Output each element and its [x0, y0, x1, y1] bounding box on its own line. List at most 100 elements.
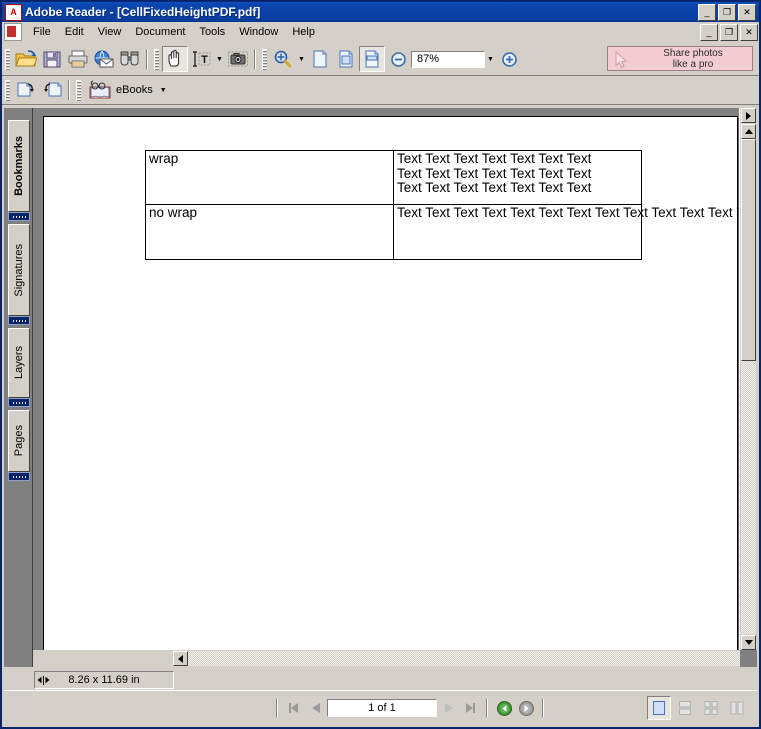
- hand-tool-button[interactable]: [162, 46, 188, 72]
- print-button[interactable]: [65, 46, 91, 72]
- ad-line-1: Share photos: [663, 47, 723, 59]
- table-cell-wrapped: Text Text Text Text Text Text Text Text …: [393, 150, 642, 205]
- zoom-tool-button[interactable]: [270, 46, 296, 72]
- menu-tools[interactable]: Tools: [193, 24, 233, 40]
- sidebar-tab-pages[interactable]: Pages: [8, 410, 30, 472]
- scroll-left-button[interactable]: [173, 651, 188, 666]
- search-button[interactable]: [117, 46, 143, 72]
- single-page-layout-button[interactable]: [647, 696, 671, 720]
- close-button[interactable]: ✕: [738, 3, 756, 21]
- sidebar-tab-bookmarks-label: Bookmarks: [13, 136, 25, 196]
- layers-tab-grip[interactable]: [8, 398, 30, 407]
- sidebar-tab-signatures[interactable]: Signatures: [8, 224, 30, 316]
- zoom-out-button[interactable]: [385, 46, 411, 72]
- adobe-reader-icon: A: [5, 3, 22, 21]
- toolbar-separator: [146, 49, 148, 69]
- go-back-button[interactable]: [493, 697, 515, 719]
- ebooks-label: eBooks: [116, 84, 153, 96]
- page-size-grip[interactable]: [37, 674, 50, 686]
- first-page-button[interactable]: [283, 697, 305, 719]
- page-canvas[interactable]: wrap Text Text Text Text Text Text Text …: [33, 108, 740, 650]
- scroll-down-icon: [744, 640, 753, 645]
- last-page-icon: [465, 703, 475, 713]
- menu-file[interactable]: File: [26, 24, 58, 40]
- title-bar: A Adobe Reader - [CellFixedHeightPDF.pdf…: [2, 2, 759, 22]
- wrapped-line: Text Text Text Text Text Text Text: [397, 180, 592, 196]
- svg-text:T: T: [201, 54, 208, 66]
- save-button[interactable]: [39, 46, 65, 72]
- nowrap-line: Text Text Text Text Text Text Text Text …: [397, 205, 740, 220]
- select-tool-dropdown-icon[interactable]: ▼: [214, 47, 225, 71]
- scroll-up-button[interactable]: [741, 124, 756, 139]
- signatures-tab-grip[interactable]: [8, 316, 30, 325]
- last-page-button[interactable]: [459, 697, 481, 719]
- pages-tab-grip[interactable]: [8, 472, 30, 481]
- navbar-separator-3: [542, 699, 544, 717]
- document-close-button[interactable]: ✕: [740, 23, 758, 41]
- facing-layout-button[interactable]: [725, 696, 749, 720]
- split-view-button[interactable]: [741, 108, 756, 123]
- horizontal-scrollbar[interactable]: [33, 650, 740, 667]
- window-title: Adobe Reader - [CellFixedHeightPDF.pdf]: [25, 5, 261, 19]
- sidebar-tab-layers-label: Layers: [13, 346, 25, 380]
- scroll-down-button[interactable]: [741, 635, 756, 650]
- vertical-scroll-thumb[interactable]: [741, 139, 756, 361]
- zoom-tool-dropdown-icon[interactable]: ▼: [296, 47, 307, 71]
- ebooks-dropdown-icon[interactable]: ▼: [158, 78, 169, 102]
- go-forward-button[interactable]: [515, 697, 537, 719]
- zoom-level-input[interactable]: 87%: [411, 50, 485, 68]
- snapshot-button[interactable]: [225, 46, 251, 72]
- back-arrow-icon: [496, 700, 512, 716]
- split-view-icon: [746, 111, 751, 120]
- previous-view-button[interactable]: [13, 77, 39, 103]
- previous-page-button[interactable]: [305, 697, 327, 719]
- secondary-toolbar-grip[interactable]: [5, 79, 10, 101]
- share-photos-ad[interactable]: Share photos like a pro: [607, 46, 753, 71]
- menu-edit[interactable]: Edit: [58, 24, 91, 40]
- maximize-button[interactable]: ❐: [718, 3, 736, 21]
- menu-document[interactable]: Document: [128, 24, 192, 40]
- horizontal-scroll-track[interactable]: [173, 651, 740, 666]
- document-restore-button[interactable]: ❐: [720, 23, 738, 41]
- menu-help[interactable]: Help: [285, 24, 322, 40]
- vertical-scrollbar[interactable]: [739, 108, 757, 650]
- scroll-left-icon: [178, 654, 183, 663]
- page-number-input[interactable]: 1 of 1: [327, 699, 437, 717]
- toolbar-grip-2[interactable]: [154, 48, 159, 70]
- next-page-button[interactable]: [437, 697, 459, 719]
- main-toolbar: T ▼ ▼ 87% ▼ Share photos like a pro: [2, 43, 759, 76]
- navbar-separator-2: [486, 699, 488, 717]
- open-file-button[interactable]: [13, 46, 39, 72]
- select-text-button[interactable]: T: [188, 46, 214, 72]
- email-button[interactable]: [91, 46, 117, 72]
- ad-line-2: like a pro: [672, 58, 714, 70]
- zoom-in-button[interactable]: [496, 46, 522, 72]
- toolbar-grip-3[interactable]: [262, 48, 267, 70]
- fit-page-button[interactable]: [333, 46, 359, 72]
- ebooks-button[interactable]: eBooks ▼: [84, 78, 173, 102]
- menu-window[interactable]: Window: [232, 24, 285, 40]
- actual-size-button[interactable]: [307, 46, 333, 72]
- bookmarks-tab-grip[interactable]: [8, 212, 30, 221]
- continuous-layout-button[interactable]: [673, 696, 697, 720]
- pdf-page: wrap Text Text Text Text Text Text Text …: [43, 116, 740, 650]
- sidebar-tab-layers[interactable]: Layers: [8, 328, 30, 398]
- minimize-button[interactable]: _: [698, 3, 716, 21]
- continuous-facing-layout-button[interactable]: [699, 696, 723, 720]
- menu-view[interactable]: View: [91, 24, 129, 40]
- page-navigation-bar: 1 of 1: [4, 690, 757, 725]
- continuous-page-icon: [679, 701, 691, 715]
- zoom-level-dropdown-icon[interactable]: ▼: [485, 47, 496, 71]
- document-minimize-button[interactable]: _: [700, 23, 718, 41]
- sidebar-tab-bookmarks[interactable]: Bookmarks: [8, 120, 30, 212]
- toolbar-grip[interactable]: [5, 48, 10, 70]
- ebook-glasses-icon: [89, 80, 111, 99]
- table-row: wrap Text Text Text Text Text Text Text …: [145, 150, 642, 205]
- ebooks-toolbar-grip[interactable]: [76, 79, 81, 101]
- status-bar: 8.26 x 11.69 in: [4, 671, 757, 691]
- previous-page-icon: [311, 703, 320, 713]
- fit-width-button[interactable]: [359, 46, 385, 72]
- single-page-icon: [653, 701, 665, 715]
- pdf-table: wrap Text Text Text Text Text Text Text …: [145, 150, 740, 260]
- next-view-button[interactable]: [39, 77, 65, 103]
